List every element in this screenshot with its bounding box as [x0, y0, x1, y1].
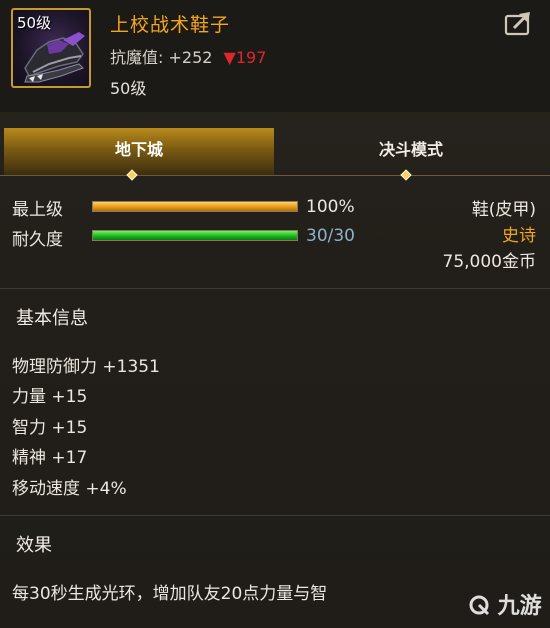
magic-resist-label: 抗魔值: [110, 48, 164, 67]
attr-physical-defense: 物理防御力 +1351 [12, 357, 160, 377]
top-level-bar-fill [93, 202, 297, 211]
magic-resist-diff: ▼197 [223, 48, 267, 67]
divider-basic [0, 288, 550, 289]
mode-tabs: 地下城 决斗模式 [0, 128, 550, 176]
effect-title: 效果 [16, 535, 52, 556]
item-price: 75,000金币 [442, 252, 536, 272]
magic-resist-row: 抗魔值: +252 ▼197 [110, 44, 266, 68]
shoe-icon [24, 32, 85, 83]
item-level-text: 50级 [110, 79, 147, 98]
item-icon-shoes: 50级 [11, 8, 91, 88]
attr-move-speed: 移动速度 +4% [12, 479, 127, 499]
item-type: 鞋(皮甲) [471, 200, 536, 220]
jiuyou-logo-icon [469, 595, 490, 616]
attr-spirit: 精神 +17 [12, 448, 88, 468]
effect-description: 每30秒生成光环，增加队友20点力量与智 [12, 584, 328, 604]
share-icon[interactable] [504, 10, 534, 36]
tab-divider [0, 175, 550, 176]
attr-strength: 力量 +15 [12, 387, 88, 407]
top-level-bar [92, 201, 298, 212]
item-tooltip-panel: 50级 上校战术鞋子 抗魔值: +252 ▼197 50级 地下城 决斗模式 最… [0, 0, 550, 628]
magic-resist-value: +252 [168, 48, 213, 67]
attr-intelligence: 智力 +15 [12, 418, 88, 438]
tab-pvp[interactable]: 决斗模式 [276, 128, 546, 176]
top-level-percent: 100% [306, 197, 355, 217]
item-rarity: 史诗 [502, 226, 536, 246]
item-header: 50级 上校战术鞋子 抗魔值: +252 ▼197 50级 [0, 0, 550, 112]
jiuyou-watermark: 九游 [468, 588, 548, 624]
divider-effect [0, 515, 550, 516]
top-level-label: 最上级 [12, 200, 63, 220]
basic-info-title: 基本信息 [16, 308, 88, 329]
durability-bar [92, 230, 298, 241]
tab-dungeon[interactable]: 地下城 [4, 128, 274, 176]
durability-label: 耐久度 [12, 230, 63, 250]
watermark-text: 九游 [497, 594, 542, 619]
item-name: 上校战术鞋子 [110, 14, 231, 36]
durability-bar-fill [93, 231, 297, 240]
durability-value: 30/30 [306, 226, 355, 246]
